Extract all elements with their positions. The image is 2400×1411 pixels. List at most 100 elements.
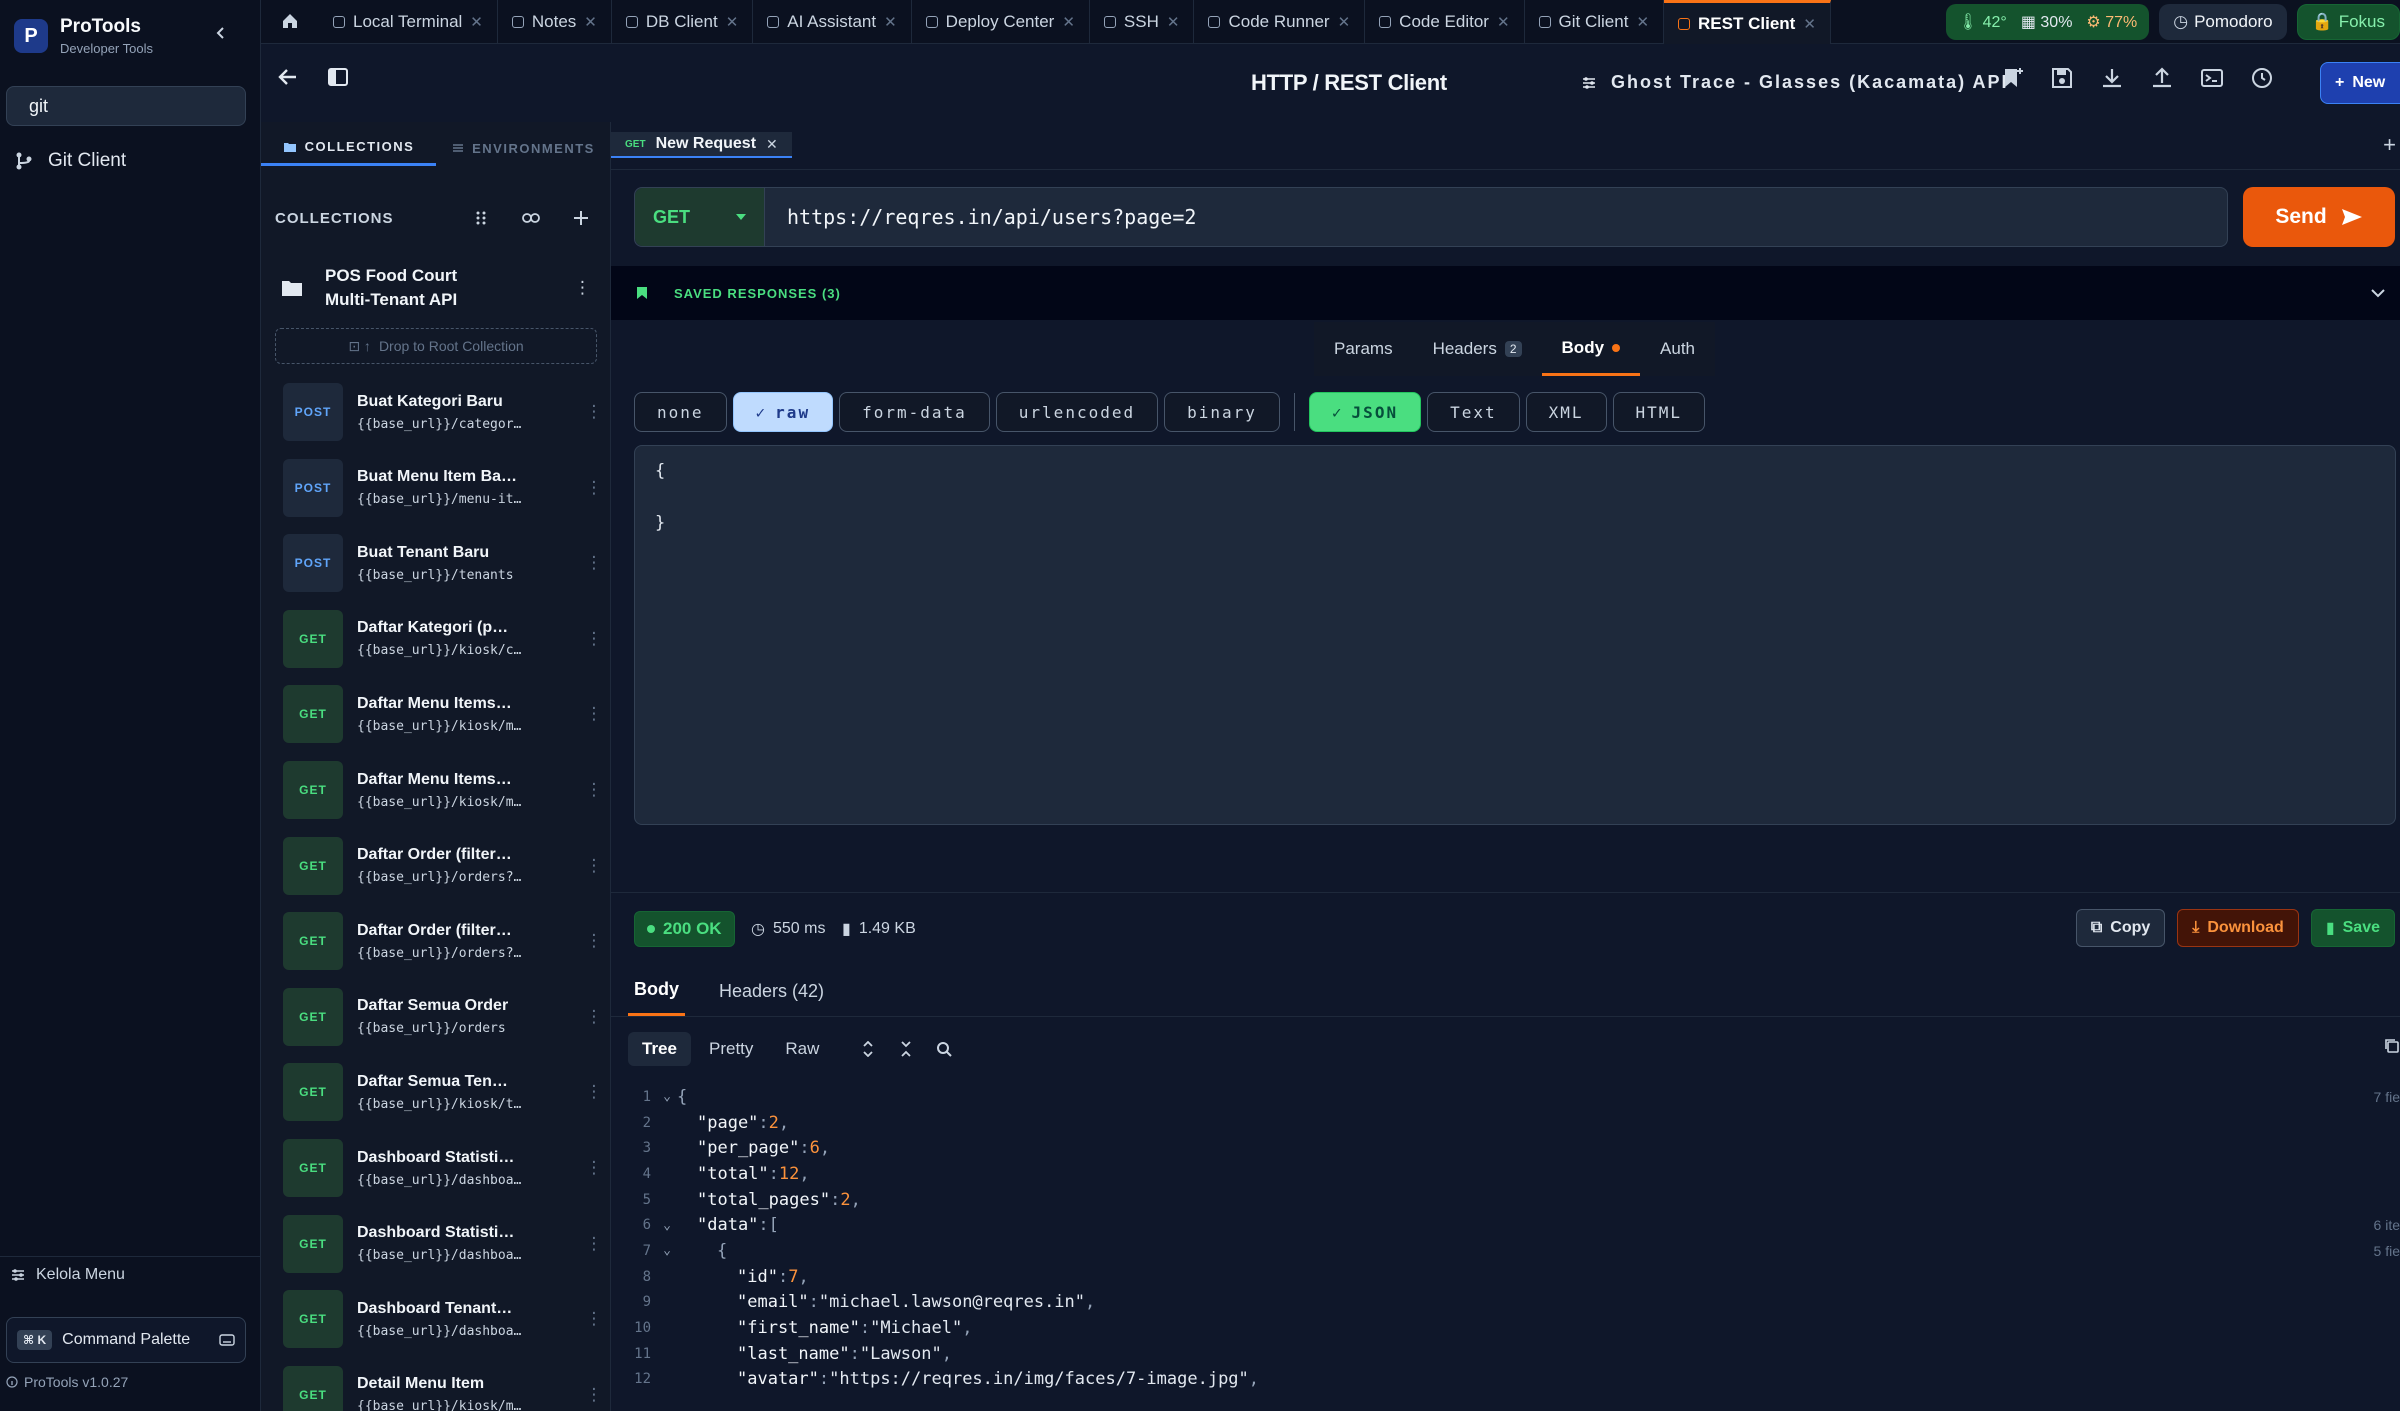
- copy-response-button[interactable]: ⧉ Copy: [2075, 909, 2166, 947]
- request-item[interactable]: POST Buat Menu Item Ba… {{base_url}}/menu-…: [283, 458, 603, 518]
- tab-git-client[interactable]: git-branch-icon Git Client ✕: [1525, 0, 1665, 44]
- request-item[interactable]: GET Daftar Order (filter… {{base_url}}/ord…: [283, 911, 603, 971]
- raw-format-html[interactable]: HTML: [1612, 392, 1706, 432]
- close-tab-icon[interactable]: ✕: [766, 136, 778, 153]
- close-tab-icon[interactable]: ✕: [470, 13, 483, 31]
- request-item[interactable]: GET Dashboard Statisti… {{base_url}}/dashb…: [283, 1214, 603, 1274]
- tab-db-client[interactable]: database-icon DB Client ✕: [612, 0, 754, 44]
- close-tab-icon[interactable]: ✕: [1062, 13, 1075, 31]
- close-tab-icon[interactable]: ✕: [726, 13, 739, 31]
- request-menu-icon[interactable]: ⋮: [585, 1007, 603, 1027]
- view-pretty[interactable]: Pretty: [695, 1032, 767, 1066]
- add-tab-icon[interactable]: +: [2383, 132, 2396, 158]
- tab-response-body[interactable]: Body: [628, 966, 685, 1016]
- fold-toggle-icon[interactable]: ⌄: [657, 1243, 677, 1258]
- request-tab[interactable]: GET New Request ✕: [611, 132, 792, 158]
- body-type-form-data[interactable]: form-data: [839, 392, 990, 432]
- request-menu-icon[interactable]: ⋮: [585, 704, 603, 724]
- manage-menu-button[interactable]: Kelola Menu: [10, 1266, 125, 1284]
- request-item[interactable]: GET Daftar Kategori (p… {{base_url}}/kiosk…: [283, 609, 603, 669]
- view-tree[interactable]: Tree: [628, 1032, 691, 1066]
- drop-to-root-zone[interactable]: ⊡ ↑ Drop to Root Collection: [275, 328, 597, 364]
- tab-params[interactable]: Params: [1314, 322, 1413, 376]
- download-icon[interactable]: [2100, 66, 2124, 90]
- expand-all-icon[interactable]: [851, 1032, 885, 1066]
- pomodoro-button[interactable]: ◷ Pomodoro: [2159, 4, 2287, 40]
- copy-icon[interactable]: [2384, 1038, 2400, 1054]
- environment-selector[interactable]: Ghost Trace - Glasses (Kacamata) API: [1581, 72, 2008, 93]
- close-tab-icon[interactable]: ✕: [1167, 13, 1180, 31]
- chevron-down-icon[interactable]: [2370, 288, 2386, 298]
- fold-toggle-icon[interactable]: ⌄: [657, 1089, 677, 1104]
- request-item[interactable]: GET Daftar Menu Items… {{base_url}}/kiosk/…: [283, 684, 603, 744]
- tab-local-terminal[interactable]: terminal-icon Local Terminal ✕: [319, 0, 498, 44]
- sidebar-search[interactable]: [6, 86, 261, 126]
- request-menu-icon[interactable]: ⋮: [585, 1385, 603, 1405]
- tab-ssh[interactable]: ssh-icon SSH ✕: [1090, 0, 1195, 44]
- request-item[interactable]: GET Dashboard Statisti… {{base_url}}/dashb…: [283, 1138, 603, 1198]
- collapse-sidebar-button[interactable]: [208, 20, 234, 46]
- close-tab-icon[interactable]: ✕: [1497, 13, 1510, 31]
- body-editor[interactable]: { }: [634, 445, 2396, 825]
- collection-menu-icon[interactable]: ⋮: [574, 278, 591, 298]
- request-menu-icon[interactable]: ⋮: [585, 1309, 603, 1329]
- request-item[interactable]: GET Daftar Menu Items… {{base_url}}/kiosk/…: [283, 760, 603, 820]
- send-button[interactable]: Send: [2243, 187, 2395, 247]
- close-tab-icon[interactable]: ✕: [584, 13, 597, 31]
- request-menu-icon[interactable]: ⋮: [585, 931, 603, 951]
- request-item[interactable]: GET Daftar Semua Ten… {{base_url}}/kiosk/t…: [283, 1062, 603, 1122]
- tab-rest-client[interactable]: api-icon REST Client ✕: [1664, 0, 1831, 44]
- request-menu-icon[interactable]: ⋮: [585, 478, 603, 498]
- upload-icon[interactable]: [2150, 66, 2174, 90]
- close-tab-icon[interactable]: ✕: [884, 13, 897, 31]
- request-menu-icon[interactable]: ⋮: [585, 402, 603, 422]
- save-icon[interactable]: [2050, 66, 2074, 90]
- body-type-binary[interactable]: binary: [1164, 392, 1280, 432]
- new-request-button[interactable]: + New: [2320, 62, 2400, 104]
- tab-environments[interactable]: ENVIRONMENTS: [436, 130, 611, 166]
- tab-headers[interactable]: Headers 2: [1413, 322, 1542, 376]
- raw-format-xml[interactable]: XML: [1525, 392, 1607, 432]
- request-item[interactable]: GET Dashboard Tenant… {{base_url}}/dashboa…: [283, 1289, 603, 1349]
- toggle-layout-button[interactable]: [327, 66, 349, 88]
- tab-code-runner[interactable]: play-icon Code Runner ✕: [1194, 0, 1366, 44]
- body-type-urlencoded[interactable]: urlencoded: [995, 392, 1159, 432]
- focus-button[interactable]: 🔒 Fokus: [2296, 4, 2400, 40]
- add-collection-icon[interactable]: [567, 204, 595, 232]
- request-item[interactable]: GET Daftar Semua Order {{base_url}}/orders…: [283, 987, 603, 1047]
- command-palette-button[interactable]: ⌘ K Command Palette: [6, 1317, 246, 1363]
- close-tab-icon[interactable]: ✕: [1338, 13, 1351, 31]
- link-icon[interactable]: [517, 204, 545, 232]
- tab-notes[interactable]: notes-icon Notes ✕: [498, 0, 612, 44]
- sidebar-search-input[interactable]: [29, 95, 261, 117]
- request-menu-icon[interactable]: ⋮: [585, 1234, 603, 1254]
- request-item[interactable]: GET Detail Menu Item {{base_url}}/kiosk/m……: [283, 1365, 603, 1411]
- tab-ai-assistant[interactable]: sparkle-icon AI Assistant ✕: [753, 0, 912, 44]
- body-type-none[interactable]: none: [634, 392, 727, 432]
- sidebar-item-git-client[interactable]: Git Client: [14, 150, 126, 172]
- history-icon[interactable]: [2250, 66, 2274, 90]
- close-tab-icon[interactable]: ✕: [1803, 15, 1816, 33]
- saved-responses-bar[interactable]: SAVED RESPONSES (3): [611, 266, 2400, 320]
- method-select[interactable]: GET: [635, 188, 765, 246]
- request-item[interactable]: POST Buat Tenant Baru {{base_url}}/tenants…: [283, 533, 603, 593]
- collection-folder[interactable]: POS Food Court Multi-Tenant API ⋮: [281, 264, 591, 312]
- request-menu-icon[interactable]: ⋮: [585, 1158, 603, 1178]
- back-button[interactable]: [277, 66, 299, 88]
- drag-handle-icon[interactable]: [467, 204, 495, 232]
- download-response-button[interactable]: ⤓ Download: [2177, 909, 2299, 947]
- raw-format-json[interactable]: ✓ JSON: [1308, 392, 1422, 432]
- request-item[interactable]: GET Daftar Order (filter… {{base_url}}/ord…: [283, 836, 603, 896]
- fold-toggle-icon[interactable]: ⌄: [657, 1218, 677, 1233]
- request-item[interactable]: POST Buat Kategori Baru {{base_url}}/categ…: [283, 382, 603, 442]
- collapse-all-icon[interactable]: [889, 1032, 923, 1066]
- tab-body[interactable]: Body: [1541, 322, 1641, 376]
- tab-collections[interactable]: COLLECTIONS: [261, 130, 436, 166]
- url-input[interactable]: [765, 188, 2227, 246]
- request-menu-icon[interactable]: ⋮: [585, 1082, 603, 1102]
- tab-response-headers[interactable]: Headers (42): [713, 966, 830, 1016]
- body-type-raw[interactable]: ✓ raw: [732, 392, 834, 432]
- bookmark-add-icon[interactable]: [2000, 66, 2024, 90]
- request-menu-icon[interactable]: ⋮: [585, 856, 603, 876]
- view-raw[interactable]: Raw: [771, 1032, 833, 1066]
